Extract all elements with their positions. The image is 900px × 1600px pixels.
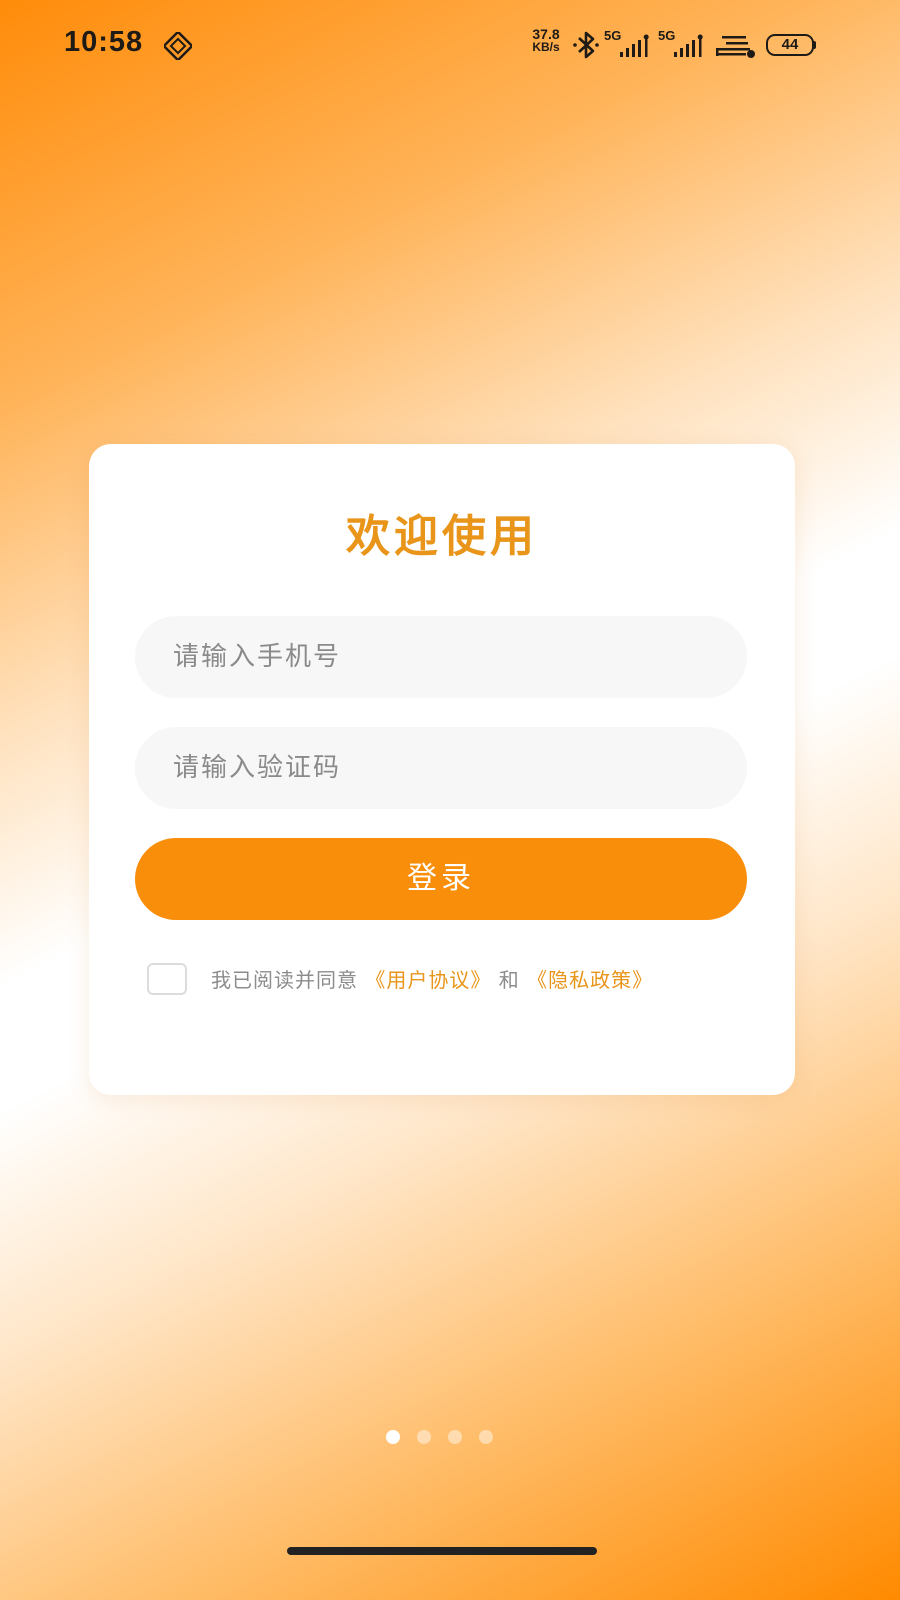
- page-dot-2: [417, 1430, 431, 1444]
- battery-tip: [813, 41, 816, 49]
- agreement-row: 我已阅读并同意 《用户协议》 和 《隐私政策》: [147, 962, 767, 998]
- verification-code-input[interactable]: 请输入验证码: [135, 727, 747, 809]
- agreement-joiner: 和: [498, 968, 520, 992]
- agreement-text: 我已阅读并同意 《用户协议》 和 《隐私政策》: [211, 962, 653, 998]
- agreement-prefix: 我已阅读并同意: [211, 968, 358, 992]
- privacy-policy-link[interactable]: 《隐私政策》: [527, 968, 653, 992]
- status-bar: 10:58 37.8 KB/s 5G 5G 44: [0, 0, 900, 92]
- network-speed: 37.8 KB/s: [526, 27, 566, 54]
- login-screen: 10:58 37.8 KB/s 5G 5G 44 欢迎使用 请输入手机号 请输入…: [0, 0, 900, 1600]
- wifi-icon: [716, 36, 755, 58]
- battery-level: 44: [766, 34, 814, 56]
- nfc-icon: [164, 32, 192, 60]
- signal-icon: [674, 34, 703, 57]
- home-indicator[interactable]: [287, 1547, 597, 1555]
- page-indicator: [386, 1430, 506, 1446]
- signal-1: 5G: [604, 28, 654, 60]
- bluetooth-icon: [573, 31, 599, 59]
- status-time: 10:58: [64, 26, 144, 58]
- agreement-checkbox[interactable]: [147, 963, 187, 995]
- network-speed-unit: KB/s: [532, 40, 560, 54]
- user-agreement-link[interactable]: 《用户协议》: [365, 968, 491, 992]
- signal-icon: [620, 34, 649, 57]
- welcome-title: 欢迎使用: [346, 511, 538, 562]
- signal-2: 5G: [658, 28, 708, 60]
- page-dot-4: [479, 1430, 493, 1444]
- page-dot-3: [448, 1430, 462, 1444]
- login-button[interactable]: 登录: [135, 838, 747, 920]
- battery-icon: 44: [766, 34, 816, 56]
- page-dot-1: [386, 1430, 400, 1444]
- login-card: 欢迎使用 请输入手机号 请输入验证码 登录 我已阅读并同意 《用户协议》 和 《…: [89, 444, 795, 1095]
- phone-input[interactable]: 请输入手机号: [135, 616, 747, 698]
